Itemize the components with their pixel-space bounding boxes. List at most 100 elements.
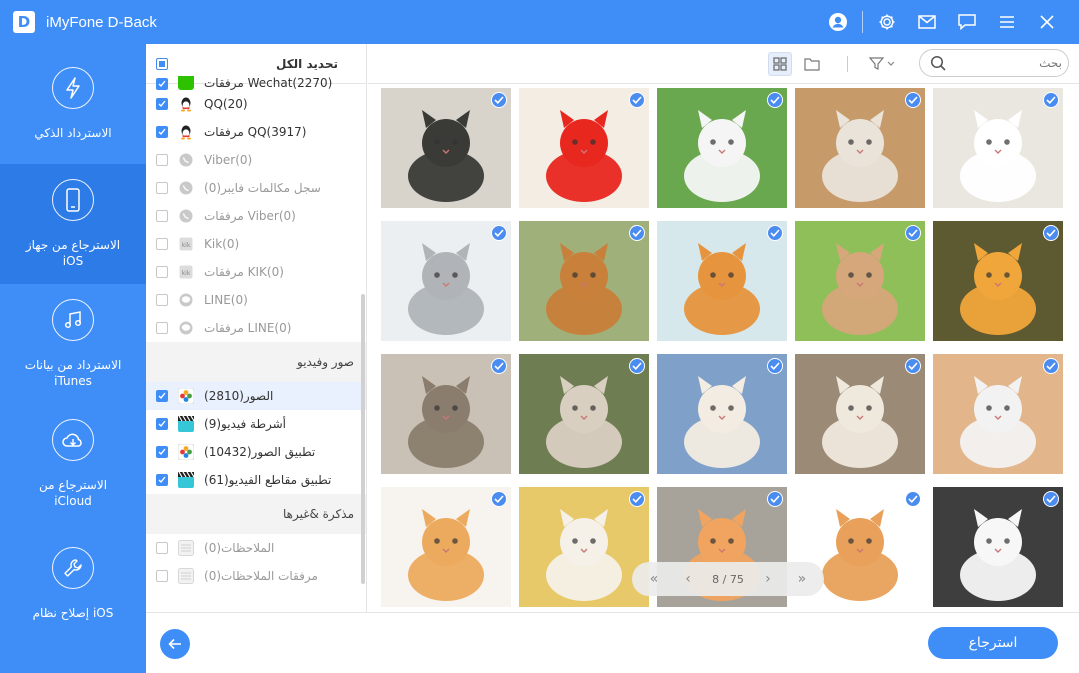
folder-view-button[interactable] (800, 52, 824, 76)
selected-check-icon[interactable] (1043, 491, 1059, 507)
nav-recover-from-itunes[interactable]: الاسترداد من بيانات iTunes (0, 284, 146, 404)
list-item[interactable]: مرفقات QQ(3917) (146, 118, 366, 146)
item-checkbox[interactable] (156, 294, 168, 306)
photo-thumbnail[interactable] (657, 354, 787, 474)
selected-check-icon[interactable] (1043, 358, 1059, 374)
selected-check-icon[interactable] (629, 92, 645, 108)
list-item[interactable]: Viber(0) (146, 146, 366, 174)
prev-page-button[interactable]: ‹ (678, 571, 698, 587)
selected-check-icon[interactable] (905, 225, 921, 241)
nav-recover-from-ios[interactable]: الاسترجاع من جهاز iOS (0, 164, 146, 284)
photo-thumbnail[interactable] (381, 88, 511, 208)
photo-thumbnail[interactable] (657, 221, 787, 341)
menu-icon[interactable] (987, 0, 1027, 44)
list-item[interactable]: مرفقات Wechat(2270) (146, 76, 366, 90)
photo-thumbnail[interactable] (657, 88, 787, 208)
selected-check-icon[interactable] (905, 358, 921, 374)
selected-check-icon[interactable] (767, 225, 783, 241)
selected-check-icon[interactable] (767, 358, 783, 374)
selected-check-icon[interactable] (905, 92, 921, 108)
recover-button[interactable]: استرجاع (928, 627, 1058, 659)
photo-thumbnail[interactable] (519, 354, 649, 474)
list-item[interactable]: الملاحظات(0) (146, 534, 366, 562)
item-label: مرفقات الملاحظات(0) (204, 569, 318, 583)
selected-check-icon[interactable] (629, 491, 645, 507)
item-checkbox[interactable] (156, 98, 168, 110)
photo-thumbnail[interactable] (381, 487, 511, 607)
item-checkbox[interactable] (156, 266, 168, 278)
next-page-button[interactable]: › (758, 571, 778, 587)
list-scrollbar[interactable] (361, 294, 365, 584)
photo-thumbnail[interactable] (381, 221, 511, 341)
chat-icon[interactable] (947, 0, 987, 44)
photo-thumbnail[interactable] (519, 221, 649, 341)
item-checkbox[interactable] (156, 390, 168, 402)
photo-thumbnail[interactable] (795, 354, 925, 474)
photo-thumbnail[interactable] (795, 88, 925, 208)
photo-thumbnail[interactable] (795, 221, 925, 341)
item-checkbox[interactable] (156, 238, 168, 250)
back-button[interactable] (160, 629, 190, 659)
nav-recover-from-icloud[interactable]: الاسترجاع من iCloud (0, 404, 146, 524)
list-item[interactable]: أشرطة فيديو(9) (146, 410, 366, 438)
list-item[interactable]: تطبيق الصور(10432) (146, 438, 366, 466)
selected-check-icon[interactable] (629, 225, 645, 241)
list-item[interactable]: سجل مكالمات فايبر(0) (146, 174, 366, 202)
nav-ios-repair[interactable]: إصلاح نظام iOS (0, 524, 146, 644)
app-logo: D (13, 11, 35, 33)
photo-thumbnail[interactable] (933, 487, 1063, 607)
item-checkbox[interactable] (156, 322, 168, 334)
search-input[interactable] (952, 56, 1062, 70)
list-item[interactable]: مرفقات Viber(0) (146, 202, 366, 230)
selected-check-icon[interactable] (491, 491, 507, 507)
nav-label: إصلاح نظام iOS (32, 606, 114, 620)
item-checkbox[interactable] (156, 446, 168, 458)
select-all-checkbox[interactable] (156, 57, 168, 70)
photo-thumbnail[interactable] (933, 221, 1063, 341)
selected-check-icon[interactable] (1043, 92, 1059, 108)
list-item[interactable]: تطبيق مقاطع الفيديو(61) (146, 466, 366, 494)
last-page-button[interactable]: » (792, 571, 812, 587)
first-page-button[interactable]: « (644, 571, 664, 587)
filter-button[interactable] (866, 54, 900, 74)
grid-view-button[interactable] (768, 52, 792, 76)
selected-check-icon[interactable] (767, 491, 783, 507)
item-checkbox[interactable] (156, 182, 168, 194)
selected-check-icon[interactable] (767, 92, 783, 108)
search-box[interactable] (919, 49, 1069, 77)
item-checkbox[interactable] (156, 154, 168, 166)
item-checkbox[interactable] (156, 570, 168, 582)
list-item[interactable]: مرفقات LINE(0) (146, 314, 366, 342)
list-item[interactable]: مرفقات الملاحظات(0) (146, 562, 366, 590)
selected-check-icon[interactable] (491, 358, 507, 374)
list-item[interactable]: LINE(0) (146, 286, 366, 314)
selected-check-icon[interactable] (491, 225, 507, 241)
photo-thumbnail[interactable] (519, 487, 649, 607)
item-label: مرفقات LINE(0) (204, 321, 292, 335)
photo-thumbnail[interactable] (933, 354, 1063, 474)
close-icon[interactable] (1027, 0, 1067, 44)
list-item[interactable]: الصور(2810) (146, 382, 366, 410)
user-icon[interactable] (818, 0, 858, 44)
selected-check-icon[interactable] (1043, 225, 1059, 241)
selected-check-icon[interactable] (491, 92, 507, 108)
item-checkbox[interactable] (156, 542, 168, 554)
photo-thumbnail[interactable] (933, 88, 1063, 208)
qq-icon (178, 124, 194, 140)
list-item[interactable]: kik Kik(0) (146, 230, 366, 258)
item-checkbox[interactable] (156, 474, 168, 486)
nav-smart-recovery[interactable]: الاسترداد الذكي (0, 44, 146, 164)
item-checkbox[interactable] (156, 126, 168, 138)
list-item[interactable]: kik مرفقات KIK(0) (146, 258, 366, 286)
gear-icon[interactable] (867, 0, 907, 44)
item-label: سجل مكالمات فايبر(0) (204, 181, 321, 195)
item-checkbox[interactable] (156, 210, 168, 222)
mail-icon[interactable] (907, 0, 947, 44)
photo-thumbnail[interactable] (519, 88, 649, 208)
selected-check-icon[interactable] (629, 358, 645, 374)
item-checkbox[interactable] (156, 418, 168, 430)
search-icon (930, 55, 946, 71)
list-item[interactable]: QQ(20) (146, 90, 366, 118)
photo-thumbnail[interactable] (381, 354, 511, 474)
selected-check-icon[interactable] (905, 491, 921, 507)
